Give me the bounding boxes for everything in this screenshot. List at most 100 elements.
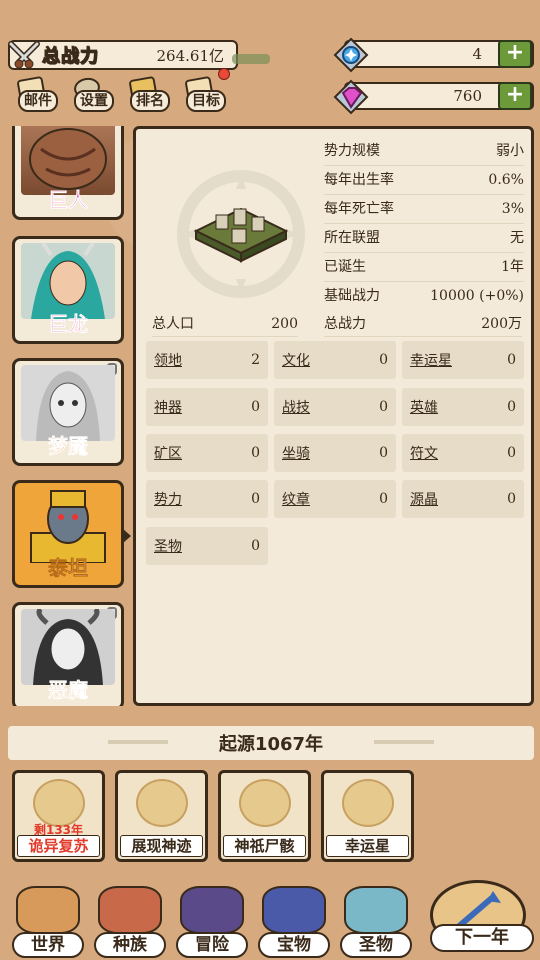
lucky-star-icon bbox=[342, 779, 394, 827]
stat-value: 0 bbox=[379, 445, 388, 461]
stat-rune[interactable]: 符文 0 bbox=[402, 434, 524, 472]
weird-revival-button[interactable]: 剩133年 诡异复苏 bbox=[12, 770, 105, 862]
nav-races-label: 种族 bbox=[94, 932, 166, 958]
stat-label: 势力 bbox=[154, 492, 182, 508]
info-row-birth-rate: 每年出生率 0.6% bbox=[324, 166, 524, 195]
population-value: 200 bbox=[271, 316, 298, 332]
stat-value: 0 bbox=[251, 445, 260, 461]
info-label: 所在联盟 bbox=[324, 230, 380, 246]
nav-world[interactable]: 世界 bbox=[8, 880, 88, 960]
goal-button[interactable]: 目标 bbox=[182, 68, 230, 112]
stat-source-crystal[interactable]: 源晶 0 bbox=[402, 480, 524, 518]
stat-label: 圣物 bbox=[154, 539, 182, 555]
stat-label: 符文 bbox=[410, 446, 438, 462]
action-row: 剩133年 诡异复苏 展现神迹 神祇尸骸 幸运星 bbox=[12, 770, 414, 862]
stat-culture[interactable]: 文化 0 bbox=[274, 341, 396, 379]
race-card-titan[interactable]: 泰坦 bbox=[12, 480, 124, 588]
notification-dot bbox=[218, 68, 230, 80]
race-name-dragon: 巨龙 bbox=[48, 312, 89, 337]
stat-value: 0 bbox=[379, 352, 388, 368]
power-decoration bbox=[232, 54, 270, 64]
nav-treasure-label: 宝物 bbox=[258, 932, 330, 958]
race-list[interactable]: 巨人 巨龙 梦魇 泰坦 恶魔 bbox=[8, 126, 128, 706]
total-power-value: 264.61亿 bbox=[156, 46, 225, 65]
treasure-chest-icon bbox=[262, 886, 326, 934]
stat-value: 0 bbox=[507, 445, 516, 461]
race-name-demon: 恶魔 bbox=[48, 678, 89, 703]
god-corpse-icon bbox=[239, 779, 291, 827]
race-total-power-label: 总战力 bbox=[324, 316, 366, 332]
stat-value: 0 bbox=[251, 399, 260, 415]
stat-label: 纹章 bbox=[282, 492, 310, 508]
stat-artifact[interactable]: 神器 0 bbox=[146, 388, 268, 426]
gem-value: 760 bbox=[453, 87, 482, 105]
race-card-giant[interactable]: 巨人 bbox=[12, 126, 124, 220]
next-year-button[interactable]: 下一年 bbox=[420, 880, 540, 960]
add-crystal-button[interactable]: + bbox=[498, 40, 532, 68]
info-row-alliance: 所在联盟 无 bbox=[324, 224, 524, 253]
stat-label: 坐骑 bbox=[282, 446, 310, 462]
god-corpse-label: 神祇尸骸 bbox=[223, 835, 306, 857]
stat-territory[interactable]: 领地 2 bbox=[146, 341, 268, 379]
info-value: 0.6% bbox=[488, 172, 524, 188]
race-card-demon[interactable]: 恶魔 bbox=[12, 602, 124, 706]
race-info-list: 势力规模 弱小 每年出生率 0.6% 每年死亡率 3% 所在联盟 无 已诞生 1年 基础战… bbox=[324, 137, 524, 311]
adventure-icon bbox=[180, 886, 244, 934]
world-icon bbox=[16, 886, 80, 934]
show-miracle-label: 展现神迹 bbox=[120, 835, 203, 857]
nav-races[interactable]: 种族 bbox=[90, 880, 170, 960]
nav-relic[interactable]: 圣物 bbox=[336, 880, 416, 960]
nav-relic-label: 圣物 bbox=[340, 932, 412, 958]
skull-icon bbox=[33, 779, 85, 827]
total-power-row: 总战力 200万 bbox=[324, 311, 522, 337]
race-name-nightmare: 梦魇 bbox=[48, 434, 89, 459]
next-year-label: 下一年 bbox=[430, 924, 534, 952]
stat-hero[interactable]: 英雄 0 bbox=[402, 388, 524, 426]
goal-button-label: 目标 bbox=[186, 90, 226, 112]
population-label: 总人口 bbox=[152, 316, 194, 332]
stat-value: 2 bbox=[251, 352, 260, 368]
lucky-star-button[interactable]: 幸运星 bbox=[321, 770, 414, 862]
active-race-pointer bbox=[122, 528, 131, 544]
stat-emblem[interactable]: 纹章 0 bbox=[274, 480, 396, 518]
info-label: 每年死亡率 bbox=[324, 201, 394, 217]
stat-mount[interactable]: 坐骑 0 bbox=[274, 434, 396, 472]
stat-label: 幸运星 bbox=[410, 353, 452, 369]
settings-button-label: 设置 bbox=[74, 90, 114, 112]
crossed-swords-icon bbox=[6, 37, 42, 73]
info-row-age: 已诞生 1年 bbox=[324, 253, 524, 282]
show-miracle-button[interactable]: 展现神迹 bbox=[115, 770, 208, 862]
stat-combat-skill[interactable]: 战技 0 bbox=[274, 388, 396, 426]
total-power-label: 总战力 bbox=[42, 46, 99, 68]
nav-adventure[interactable]: 冒险 bbox=[172, 880, 252, 960]
gem-resource-bar: 760 + bbox=[333, 79, 534, 115]
nav-treasure[interactable]: 宝物 bbox=[254, 880, 334, 960]
info-value: 10000 (+0%) bbox=[430, 288, 524, 304]
info-row-base-power: 基础战力 10000 (+0%) bbox=[324, 282, 524, 311]
lucky-star-label: 幸运星 bbox=[326, 835, 409, 857]
race-name-titan: 泰坦 bbox=[48, 556, 89, 581]
race-total-power-value: 200万 bbox=[481, 316, 522, 332]
epoch-year: 起源1067年 bbox=[8, 726, 534, 760]
nav-world-label: 世界 bbox=[12, 932, 84, 958]
territory-emblem bbox=[176, 169, 306, 299]
stat-label: 文化 bbox=[282, 353, 310, 369]
stat-value: 0 bbox=[507, 352, 516, 368]
stat-value: 0 bbox=[507, 399, 516, 415]
info-row-death-rate: 每年死亡率 3% bbox=[324, 195, 524, 224]
stat-value: 0 bbox=[379, 491, 388, 507]
stat-mine[interactable]: 矿区 0 bbox=[146, 434, 268, 472]
race-card-nightmare[interactable]: 梦魇 bbox=[12, 358, 124, 466]
race-card-dragon[interactable]: 巨龙 bbox=[12, 236, 124, 344]
info-label: 每年出生率 bbox=[324, 172, 394, 188]
stat-relic[interactable]: 圣物 0 bbox=[146, 527, 268, 565]
god-corpse-button[interactable]: 神祇尸骸 bbox=[218, 770, 311, 862]
nav-adventure-label: 冒险 bbox=[176, 932, 248, 958]
stat-lucky-star[interactable]: 幸运星 0 bbox=[402, 341, 524, 379]
mail-button[interactable]: 邮件 bbox=[14, 75, 62, 112]
settings-button[interactable]: 设置 bbox=[70, 75, 118, 112]
crystal-icon bbox=[332, 36, 370, 74]
add-gem-button[interactable]: + bbox=[498, 82, 532, 110]
stat-force[interactable]: 势力 0 bbox=[146, 480, 268, 518]
rank-button[interactable]: 排名 bbox=[126, 75, 174, 112]
